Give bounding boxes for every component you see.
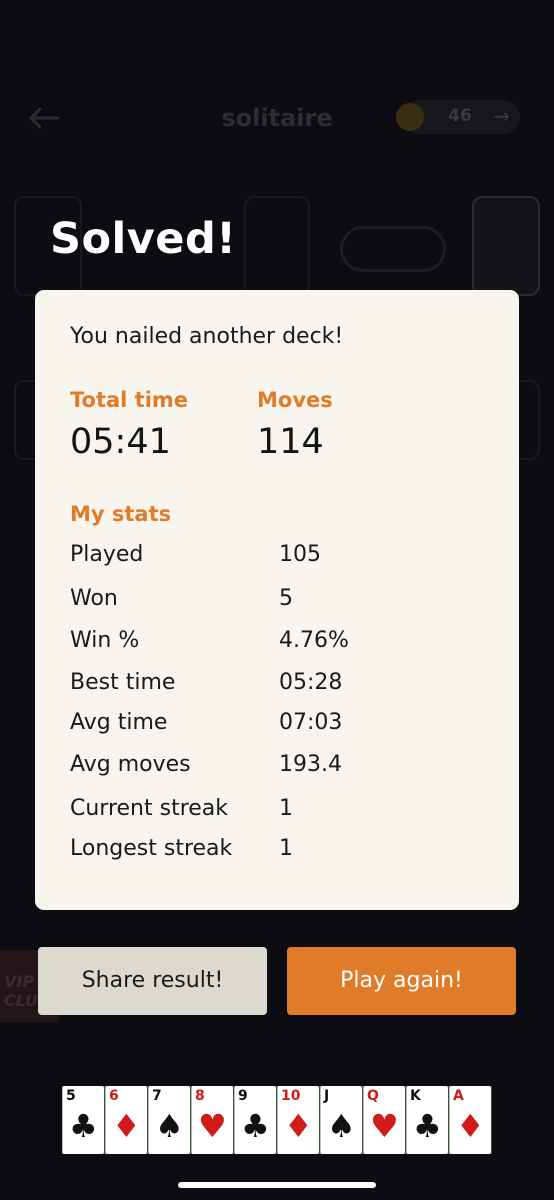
arrow-right-icon: → xyxy=(493,104,510,128)
stat-row-current-streak: Current streak 1 xyxy=(70,796,490,826)
stat-label: Played xyxy=(70,542,144,567)
card-suit-icon: ♣ xyxy=(241,1107,270,1145)
playing-card: 6 ♦ xyxy=(105,1086,147,1154)
card-rank: 9 xyxy=(238,1088,248,1104)
stat-label: Longest streak xyxy=(70,836,233,861)
playing-card: 8 ♥ xyxy=(191,1086,233,1154)
stat-label: Avg moves xyxy=(70,752,191,777)
foundation-slot xyxy=(244,196,310,296)
coin-icon xyxy=(396,103,424,131)
my-stats-heading: My stats xyxy=(70,502,172,526)
result-subtitle: You nailed another deck! xyxy=(70,324,344,349)
stats-card: You nailed another deck! Total time 05:4… xyxy=(35,290,519,910)
play-again-button[interactable]: Play again! xyxy=(287,947,516,1015)
stat-value: 105 xyxy=(279,542,321,567)
card-suit-icon: ♦ xyxy=(456,1107,485,1145)
stat-row-avg-time: Avg time 07:03 xyxy=(70,710,490,740)
stat-value: 1 xyxy=(279,836,293,861)
stock-pile xyxy=(472,196,540,296)
stat-label: Won xyxy=(70,586,118,611)
card-suit-icon: ♠ xyxy=(155,1107,184,1145)
stat-value: 193.4 xyxy=(279,752,342,777)
stat-value: 4.76% xyxy=(279,628,349,653)
stat-row-won: Won 5 xyxy=(70,586,490,616)
coin-counter[interactable]: 46 → xyxy=(396,100,520,134)
stat-row-avg-moves: Avg moves 193.4 xyxy=(70,752,490,782)
stat-value: 05:28 xyxy=(279,670,343,695)
card-suit-icon: ♦ xyxy=(284,1107,313,1145)
card-suit-icon: ♦ xyxy=(112,1107,141,1145)
moves-value: 114 xyxy=(257,422,324,462)
stat-value: 07:03 xyxy=(279,710,343,735)
stock-pill xyxy=(340,226,446,272)
playing-card: 7 ♠ xyxy=(148,1086,190,1154)
total-time-label: Total time xyxy=(70,388,189,412)
card-rank: K xyxy=(410,1088,421,1104)
playing-card: 5 ♣ xyxy=(62,1086,104,1154)
card-suit-icon: ♥ xyxy=(370,1107,399,1145)
playing-card: Q ♥ xyxy=(363,1086,405,1154)
stat-row-played: Played 105 xyxy=(70,542,490,572)
total-time-value: 05:41 xyxy=(70,422,171,462)
stat-value: 5 xyxy=(279,586,293,611)
card-rank: A xyxy=(453,1088,464,1104)
stat-row-longest-streak: Longest streak 1 xyxy=(70,836,490,866)
card-rank: 8 xyxy=(195,1088,205,1104)
card-suit-icon: ♣ xyxy=(69,1107,98,1145)
stat-row-win-percent: Win % 4.76% xyxy=(70,628,490,658)
stat-label: Best time xyxy=(70,670,176,695)
home-indicator[interactable] xyxy=(178,1182,376,1188)
playing-card: J ♠ xyxy=(320,1086,362,1154)
stat-label: Avg time xyxy=(70,710,168,735)
card-strip-banner[interactable]: 5 ♣ 6 ♦ 7 ♠ 8 ♥ 9 ♣ 10 ♦ J ♠ Q ♥ K ♣ A ♦ xyxy=(62,1086,492,1154)
stat-label: Current streak xyxy=(70,796,229,821)
card-suit-icon: ♠ xyxy=(327,1107,356,1145)
card-rank: 10 xyxy=(281,1088,301,1104)
card-rank: J xyxy=(324,1088,330,1104)
card-rank: 5 xyxy=(66,1088,76,1104)
solved-title: Solved! xyxy=(50,214,237,264)
playing-card: 9 ♣ xyxy=(234,1086,276,1154)
coin-count: 46 xyxy=(448,106,472,126)
top-bar: solitaire 46 → xyxy=(0,96,554,144)
stat-row-best-time: Best time 05:28 xyxy=(70,670,490,700)
card-suit-icon: ♥ xyxy=(198,1107,227,1145)
moves-label: Moves xyxy=(257,388,333,412)
share-result-button[interactable]: Share result! xyxy=(38,947,267,1015)
card-rank: Q xyxy=(367,1088,379,1104)
card-rank: 6 xyxy=(109,1088,119,1104)
card-rank: 7 xyxy=(152,1088,162,1104)
playing-card: K ♣ xyxy=(406,1086,448,1154)
playing-card: A ♦ xyxy=(449,1086,491,1154)
card-suit-icon: ♣ xyxy=(413,1107,442,1145)
stat-label: Win % xyxy=(70,628,140,653)
playing-card: 10 ♦ xyxy=(277,1086,319,1154)
stat-value: 1 xyxy=(279,796,293,821)
